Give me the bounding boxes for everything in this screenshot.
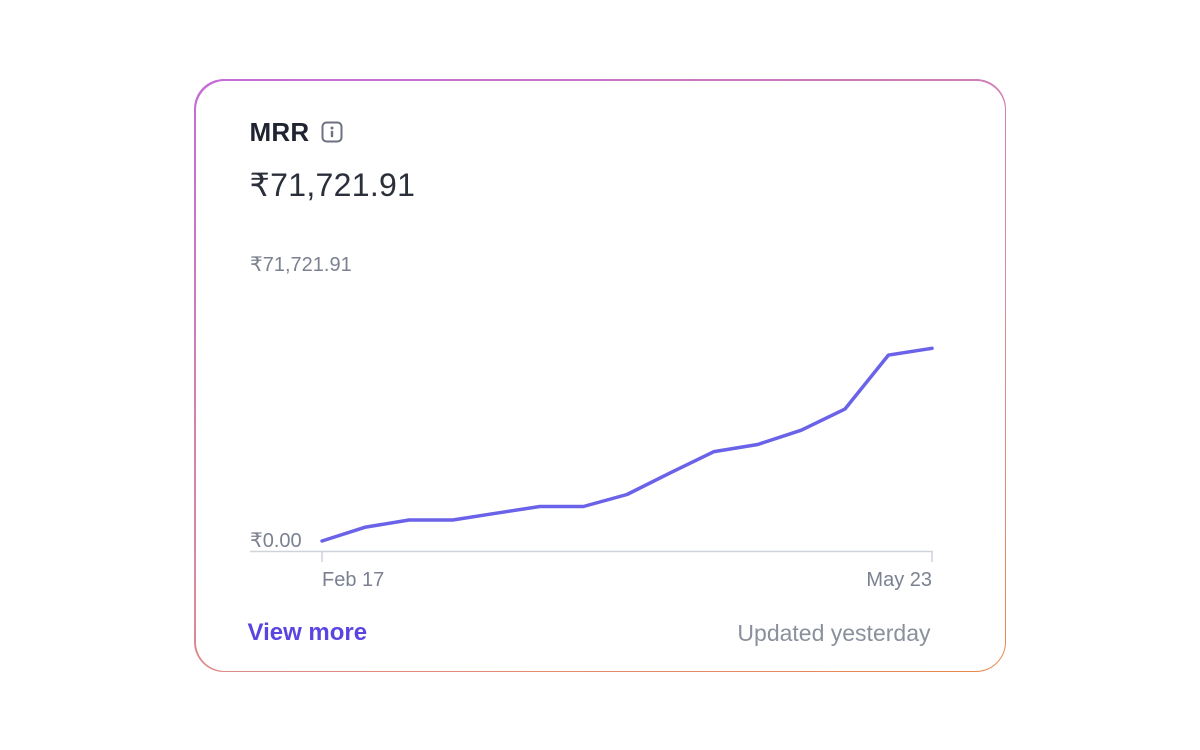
mrr-line-chart: ₹71,721.91 ₹0.00 Feb 17 May 23 — [249, 254, 934, 591]
data-point-9 — [712, 449, 715, 453]
x-end-label: May 23 — [866, 569, 932, 591]
mrr-card-frame: MRR ₹71,721.91 ₹71,721.91 ₹0.00 Feb 17 M… — [194, 79, 1006, 672]
mrr-card: MRR ₹71,721.91 ₹71,721.91 ₹0.00 Feb 17 M… — [195, 80, 1005, 671]
mrr-series-points — [320, 346, 933, 542]
data-point-1 — [363, 525, 367, 528]
data-point-10 — [756, 442, 759, 446]
data-point-8 — [668, 470, 672, 474]
data-point-14 — [930, 346, 933, 350]
data-point-11 — [799, 428, 802, 431]
y-max-label: ₹71,721.91 — [250, 254, 352, 276]
x-start-label: Feb 17 — [322, 569, 384, 591]
data-point-7 — [625, 492, 628, 496]
data-point-4 — [494, 511, 497, 514]
updated-status: Updated yesterday — [737, 619, 931, 646]
data-point-13 — [886, 353, 890, 356]
data-point-5 — [538, 504, 541, 508]
data-point-12 — [843, 407, 846, 410]
mrr-series-line — [319, 346, 934, 543]
data-point-2 — [407, 518, 410, 521]
data-point-3 — [451, 518, 454, 521]
data-point-0 — [320, 539, 323, 542]
data-point-6 — [581, 504, 585, 508]
view-more-link[interactable]: View more — [248, 619, 368, 647]
y-min-label: ₹0.00 — [250, 530, 302, 552]
